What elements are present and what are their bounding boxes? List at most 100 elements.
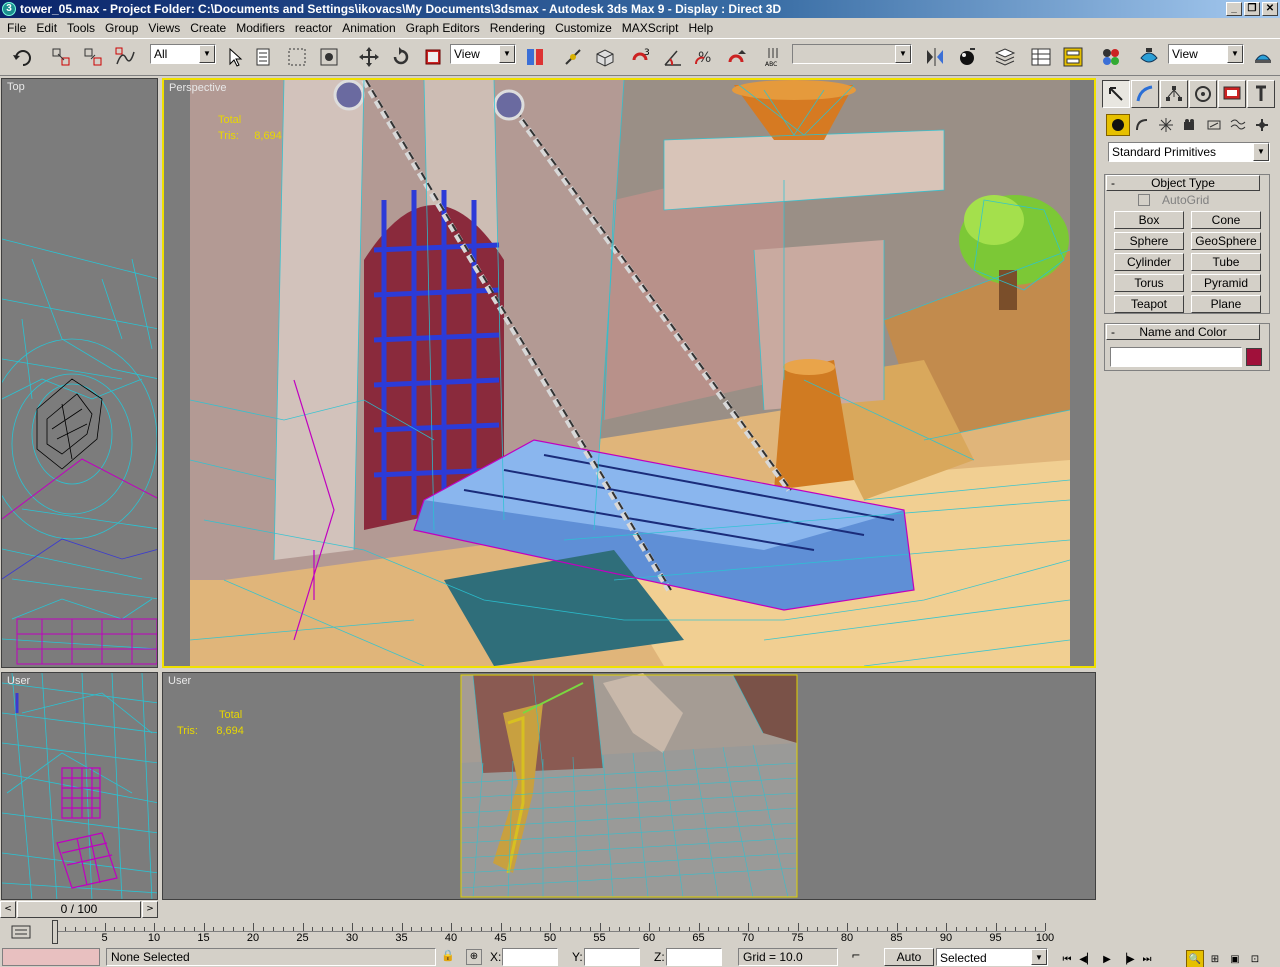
plane-button[interactable]: Plane (1191, 295, 1261, 313)
utilities-tab-icon[interactable] (1247, 80, 1275, 108)
cone-button[interactable]: Cone (1191, 211, 1261, 229)
autogrid-checkbox[interactable] (1138, 194, 1150, 206)
select-and-link-icon[interactable] (48, 43, 74, 71)
close-button[interactable]: ✕ (1262, 2, 1278, 16)
time-slider[interactable]: < 0 / 100 > (0, 900, 160, 918)
menu-animation[interactable]: Animation (337, 19, 400, 38)
zoom-all-icon[interactable]: ⊞ (1206, 950, 1224, 967)
menu-rendering[interactable]: Rendering (485, 19, 550, 38)
next-frame-icon[interactable]: ▕▶ (1118, 950, 1136, 967)
viewport-perspective[interactable]: Perspective Total Tris: 8,694 (162, 78, 1096, 668)
box-button[interactable]: Box (1114, 211, 1184, 229)
maxscript-listener-mini[interactable] (2, 948, 100, 966)
pyramid-button[interactable]: Pyramid (1191, 274, 1261, 292)
geosphere-button[interactable]: GeoSphere (1191, 232, 1261, 250)
shapes-icon[interactable] (1130, 114, 1154, 136)
schematic-view-icon[interactable] (1060, 43, 1086, 71)
select-and-move-icon[interactable] (356, 43, 382, 71)
space-warps-icon[interactable] (1226, 114, 1250, 136)
select-by-name-icon[interactable] (252, 43, 278, 71)
snaps-toggle-icon[interactable]: 3 (628, 43, 654, 71)
absolute-mode-icon[interactable]: ⊕ (466, 949, 482, 965)
mirror-icon[interactable] (922, 43, 948, 71)
reference-coordinate-dropdown[interactable]: View ▼ (450, 44, 516, 64)
z-coord-field[interactable] (666, 948, 722, 966)
zoom-extents-icon[interactable]: ▣ (1226, 950, 1244, 967)
viewport-label-perspective[interactable]: Perspective (169, 82, 226, 94)
minimize-button[interactable]: _ (1226, 2, 1242, 16)
render-type-dropdown[interactable]: View ▼ (1168, 44, 1244, 64)
viewport-user[interactable]: User Total Tris: 8,694 (162, 672, 1096, 900)
y-coord-field[interactable] (584, 948, 640, 966)
go-to-end-icon[interactable]: ⏭ (1138, 950, 1156, 967)
curve-editor-icon[interactable] (1028, 43, 1054, 71)
menu-modifiers[interactable]: Modifiers (231, 19, 290, 38)
menu-group[interactable]: Group (100, 19, 143, 38)
viewport-label-user[interactable]: User (168, 675, 191, 687)
menu-maxscript[interactable]: MAXScript (617, 19, 684, 38)
restore-button[interactable]: ❐ (1244, 2, 1260, 16)
cylinder-button[interactable]: Cylinder (1114, 253, 1184, 271)
layer-manager-icon[interactable] (992, 43, 1018, 71)
geometry-category-dropdown[interactable]: Standard Primitives ▼ (1108, 142, 1270, 162)
helpers-icon[interactable] (1202, 114, 1226, 136)
play-icon[interactable]: ▶ (1098, 950, 1116, 967)
object-color-swatch[interactable] (1246, 348, 1262, 366)
menu-help[interactable]: Help (683, 19, 718, 38)
select-object-icon[interactable] (222, 43, 248, 71)
keyboard-shortcut-override-icon[interactable] (592, 43, 618, 71)
time-slider-thumb[interactable] (52, 920, 58, 944)
mini-curve-editor-icon[interactable] (8, 922, 34, 942)
zoom-icon[interactable]: 🔍 (1186, 950, 1204, 967)
lights-icon[interactable] (1154, 114, 1178, 136)
percent-snap-toggle-icon[interactable]: % (692, 43, 718, 71)
edit-named-selection-icon[interactable]: ABC (762, 43, 788, 71)
motion-tab-icon[interactable] (1189, 80, 1217, 108)
key-filter-dropdown[interactable]: Selected ▼ (936, 948, 1048, 966)
next-frame-arrow-icon[interactable]: > (142, 901, 158, 918)
menu-tools[interactable]: Tools (62, 19, 100, 38)
quick-render-icon[interactable] (1250, 43, 1276, 71)
menu-edit[interactable]: Edit (31, 19, 62, 38)
menu-file[interactable]: File (2, 19, 31, 38)
menu-graph-editors[interactable]: Graph Editors (401, 19, 485, 38)
sphere-button[interactable]: Sphere (1114, 232, 1184, 250)
name-and-color-rollout-header[interactable]: - Name and Color (1106, 324, 1260, 340)
previous-frame-icon[interactable]: ◀▏ (1078, 950, 1096, 967)
auto-key-button[interactable]: Auto Key (884, 948, 934, 967)
named-selection-sets-dropdown[interactable]: ▼ (792, 44, 912, 64)
select-and-scale-icon[interactable] (420, 43, 446, 71)
prev-frame-arrow-icon[interactable]: < (0, 901, 16, 918)
display-tab-icon[interactable] (1218, 80, 1246, 108)
render-scene-dialog-icon[interactable] (1136, 43, 1162, 71)
material-editor-icon[interactable] (1098, 43, 1124, 71)
menu-create[interactable]: Create (185, 19, 231, 38)
pivot-center-icon[interactable] (522, 43, 548, 71)
track-bar[interactable]: 0510152025303540455055606570758085909510… (0, 918, 1100, 948)
time-tag-icon[interactable]: ⌐ (846, 949, 866, 965)
frame-counter[interactable]: 0 / 100 (17, 901, 141, 918)
bind-to-space-warp-icon[interactable] (112, 43, 138, 71)
cameras-icon[interactable] (1178, 114, 1202, 136)
angle-snap-toggle-icon[interactable] (660, 43, 686, 71)
selection-filter-dropdown[interactable]: All ▼ (150, 44, 216, 64)
tube-button[interactable]: Tube (1191, 253, 1261, 271)
viewport-user-left[interactable]: User (1, 672, 158, 900)
align-icon[interactable] (954, 43, 980, 71)
select-and-manipulate-icon[interactable] (560, 43, 586, 71)
menu-reactor[interactable]: reactor (290, 19, 337, 38)
undo-icon[interactable] (10, 43, 36, 71)
3ds-max-icon[interactable]: 3 (2, 2, 16, 16)
teapot-button[interactable]: Teapot (1114, 295, 1184, 313)
unlink-selection-icon[interactable] (80, 43, 106, 71)
spinner-snap-toggle-icon[interactable] (724, 43, 750, 71)
viewport-label-top[interactable]: Top (7, 81, 25, 93)
geometry-icon[interactable] (1106, 114, 1130, 136)
lock-icon[interactable]: 🔒 (440, 949, 456, 965)
systems-icon[interactable] (1250, 114, 1274, 136)
viewport-label-user-left[interactable]: User (7, 675, 30, 687)
menu-customize[interactable]: Customize (550, 19, 617, 38)
x-coord-field[interactable] (502, 948, 558, 966)
torus-button[interactable]: Torus (1114, 274, 1184, 292)
rectangular-selection-icon[interactable] (284, 43, 310, 71)
